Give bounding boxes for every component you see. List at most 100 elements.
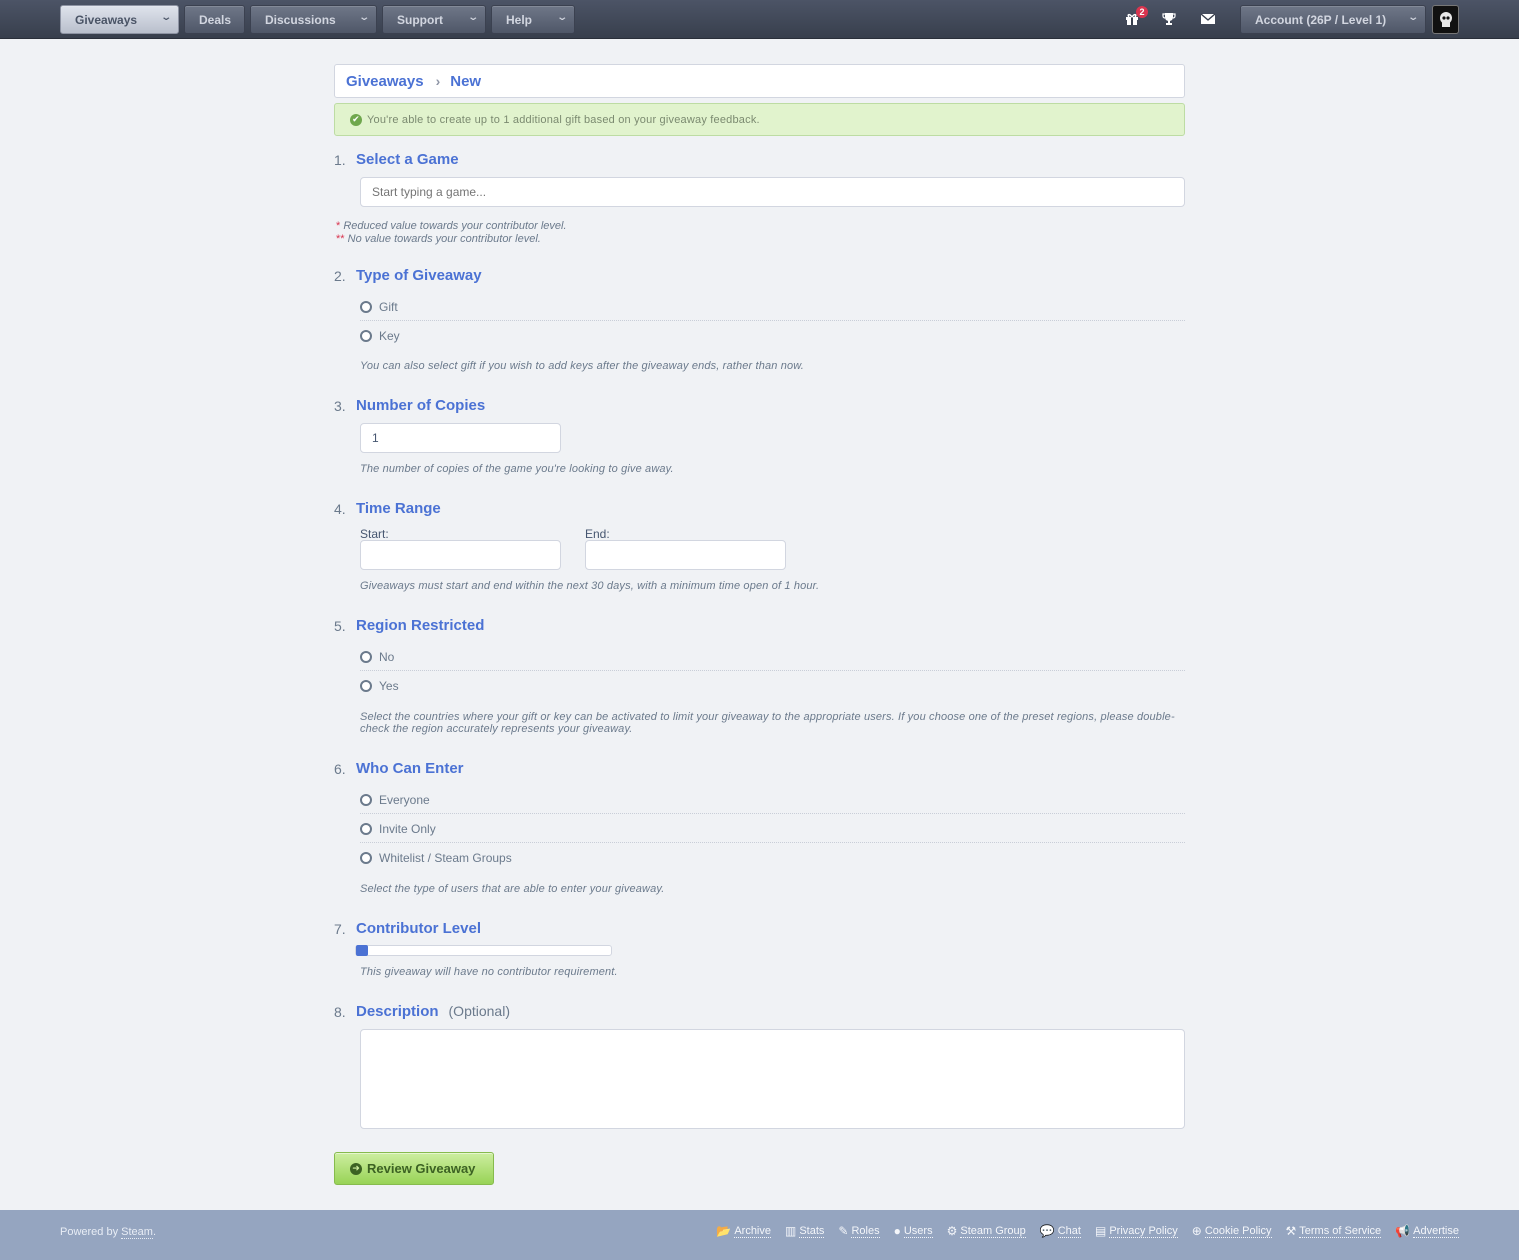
radio-circle-icon[interactable] — [360, 852, 372, 864]
notification-badge: 2 — [1136, 6, 1148, 18]
footer-chat-link[interactable]: 💬 Chat — [1040, 1224, 1081, 1238]
footer-terms-link[interactable]: ⚒ Terms of Service — [1286, 1224, 1382, 1238]
chat-bubble-icon: 💬 — [1039, 1224, 1055, 1238]
section-number: 4. — [334, 501, 346, 517]
chevron-down-icon: ⌄ — [159, 12, 172, 23]
footer-stats-link[interactable]: ▥ Stats — [785, 1224, 825, 1238]
note-text: Reduced value towards your contributor l… — [343, 220, 567, 232]
chevron-down-icon: ⌄ — [466, 12, 479, 23]
section-title-region: Region Restricted — [356, 617, 485, 634]
footer-users-link[interactable]: ● Users — [894, 1224, 933, 1238]
section-title-copies: Number of Copies — [356, 397, 486, 414]
start-date-input[interactable] — [360, 540, 561, 570]
nav-deals-button[interactable]: Deals — [184, 5, 245, 34]
section-title-contributor-level: Contributor Level — [356, 920, 482, 937]
breadcrumb-new-link[interactable]: New — [450, 73, 481, 90]
link-label: Advertise — [1413, 1224, 1459, 1238]
footer-steam-group-link[interactable]: ⚙ Steam Group — [947, 1224, 1026, 1238]
success-notice: ✔ You're able to create up to 1 addition… — [334, 103, 1185, 136]
description-textarea[interactable] — [360, 1029, 1185, 1129]
radio-circle-icon[interactable] — [360, 793, 372, 806]
envelope-icon[interactable] — [1200, 11, 1216, 27]
footer-roles-link[interactable]: ✎ Roles — [838, 1224, 880, 1238]
end-date-input[interactable] — [585, 540, 786, 570]
radio-circle-icon[interactable] — [360, 330, 372, 342]
radio-circle-icon[interactable] — [360, 822, 372, 835]
chevron-down-icon: ⌄ — [357, 12, 370, 23]
radio-label: Key — [379, 329, 400, 343]
radio-gift[interactable]: Gift — [360, 293, 1185, 321]
arrow-circle-right-icon: ➜ — [350, 1162, 362, 1175]
book-icon: ▤ — [1094, 1224, 1107, 1238]
radio-circle-icon[interactable] — [360, 680, 372, 692]
chevron-down-icon: ⌄ — [555, 12, 568, 23]
time-range-hint: Giveaways must start and end within the … — [360, 580, 820, 592]
nav-discussions-button[interactable]: Discussions ⌄ — [250, 5, 377, 34]
slider-handle[interactable] — [356, 945, 368, 956]
radio-key[interactable]: Key — [360, 322, 1185, 350]
folder-icon: 📂 — [716, 1224, 732, 1238]
steam-link[interactable]: Steam — [121, 1226, 153, 1239]
link-label: Cookie Policy — [1204, 1224, 1272, 1238]
section-number: 8. — [334, 1004, 346, 1020]
breadcrumb-giveaways-link[interactable]: Giveaways — [346, 73, 424, 90]
reduced-value-note: * Reduced value towards your contributor… — [336, 220, 567, 233]
avatar[interactable] — [1432, 5, 1459, 34]
megaphone-icon: 📢 — [1395, 1224, 1411, 1238]
nav-giveaways-button[interactable]: Giveaways ⌄ — [60, 5, 179, 34]
optional-label: (Optional) — [448, 1003, 510, 1019]
trophy-icon[interactable] — [1161, 11, 1177, 27]
footer-archive-link[interactable]: 📂 Archive — [716, 1224, 771, 1238]
contributor-level-slider[interactable] — [355, 945, 612, 956]
radio-region-yes[interactable]: Yes — [360, 672, 1185, 700]
chevron-down-icon: ⌄ — [1406, 12, 1419, 23]
game-search-input[interactable] — [360, 177, 1185, 207]
breadcrumb: Giveaways › New — [334, 64, 1185, 98]
radio-label: Whitelist / Steam Groups — [379, 851, 512, 865]
footer-privacy-link[interactable]: ▤ Privacy Policy — [1095, 1224, 1178, 1238]
link-label: Privacy Policy — [1109, 1224, 1178, 1238]
radio-circle-icon[interactable] — [360, 650, 372, 663]
radio-region-no[interactable]: No — [360, 643, 1185, 671]
nav-support-button[interactable]: Support ⌄ — [382, 5, 486, 34]
radio-label: No — [379, 649, 395, 664]
wrench-icon: ✎ — [838, 1224, 849, 1238]
review-button-label: Review Giveaway — [367, 1161, 476, 1176]
radio-everyone[interactable]: Everyone — [360, 786, 1185, 814]
section-title-who-can-enter: Who Can Enter — [356, 760, 464, 777]
link-label: Users — [903, 1224, 933, 1238]
start-label: Start: — [360, 527, 389, 541]
section-title-time-range: Time Range — [356, 500, 441, 517]
radio-circle-icon[interactable] — [360, 300, 372, 313]
no-value-note: ** No value towards your contributor lev… — [336, 233, 541, 246]
note-text: No value towards your contributor level. — [347, 233, 541, 245]
asterisk: * — [336, 220, 341, 232]
powered-suffix: . — [152, 1226, 157, 1238]
review-giveaway-button[interactable]: ➜ Review Giveaway — [334, 1152, 494, 1185]
footer-advertise-link[interactable]: 📢 Advertise — [1395, 1224, 1459, 1238]
link-label: Archive — [734, 1224, 771, 1238]
account-button[interactable]: Account (26P / Level 1) ⌄ — [1240, 5, 1426, 34]
nav-support-label: Support — [397, 12, 443, 27]
footer-links: 📂 Archive ▥ Stats ✎ Roles ● Users ⚙ Steam Gro… — [716, 1224, 1459, 1238]
footer-cookie-link[interactable]: ⊕ Cookie Policy — [1192, 1224, 1272, 1238]
section-number: 2. — [334, 268, 346, 284]
radio-label: Everyone — [379, 792, 430, 807]
copies-input[interactable] — [360, 423, 561, 453]
radio-invite-only[interactable]: Invite Only — [360, 815, 1185, 843]
nav-discussions-label: Discussions — [265, 12, 336, 27]
nav-help-button[interactable]: Help ⌄ — [491, 5, 575, 34]
radio-label: Invite Only — [379, 821, 436, 836]
life-ring-icon: ⊕ — [1191, 1224, 1202, 1238]
copies-hint: The number of copies of the game you're … — [360, 463, 674, 475]
link-label: Roles — [851, 1224, 880, 1238]
account-label: Account (26P / Level 1) — [1255, 12, 1387, 27]
nav-deals-label: Deals — [199, 12, 232, 27]
link-label: Chat — [1057, 1224, 1081, 1238]
contributor-level-hint: This giveaway will have no contributor r… — [360, 966, 618, 978]
link-label: Steam Group — [960, 1224, 1026, 1238]
radio-whitelist-groups[interactable]: Whitelist / Steam Groups — [360, 844, 1185, 872]
chevron-right-icon: › — [435, 73, 441, 89]
top-navigation: Giveaways ⌄ Deals Discussions ⌄ Support … — [0, 0, 1519, 39]
section-title-type: Type of Giveaway — [356, 267, 482, 284]
